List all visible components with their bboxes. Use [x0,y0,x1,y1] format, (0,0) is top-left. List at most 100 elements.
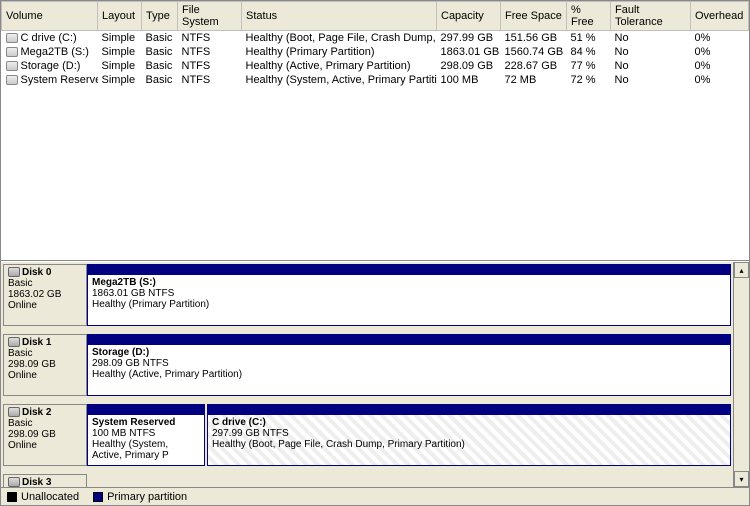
disk-partitions: Mega2TB (S:) 1863.01 GB NTFS Healthy (Pr… [87,264,731,326]
disk-size: 298.09 GB [8,429,82,440]
scroll-track[interactable] [734,278,749,471]
scroll-up-button[interactable]: ▴ [734,262,749,278]
partition-size: 298.09 GB NTFS [92,358,169,369]
legend-swatch-unallocated-icon [7,492,17,502]
vertical-scrollbar[interactable]: ▴ ▾ [733,262,749,487]
table-header-row: Volume Layout Type File System Status Ca… [2,2,749,31]
cell: 0% [691,45,749,59]
partition[interactable]: Mega2TB (S:) 1863.01 GB NTFS Healthy (Pr… [87,264,731,326]
cell: NTFS [178,31,242,46]
drive-icon [6,47,18,57]
col-type[interactable]: Type [142,2,178,31]
col-free[interactable]: Free Space [501,2,567,31]
col-layout[interactable]: Layout [98,2,142,31]
disk-state: Online [8,440,82,451]
col-status[interactable]: Status [242,2,437,31]
disk-info[interactable]: Disk 0Basic1863.02 GBOnline [3,264,87,326]
partition-title: System Reserved [92,417,175,428]
cell: NTFS [178,73,242,87]
cell: No [611,45,691,59]
cell: Simple [98,31,142,46]
legend-swatch-primary-icon [93,492,103,502]
disk-name: Disk 0 [22,267,51,278]
cell: Basic [142,31,178,46]
cell: 72 MB [501,73,567,87]
legend-bar: Unallocated Primary partition [1,487,749,505]
disk-type: Basic [8,348,82,359]
volume-table: Volume Layout Type File System Status Ca… [1,1,749,87]
disk-partitions: System Reserved 100 MB NTFS Healthy (Sys… [87,404,731,466]
cell: 298.09 GB [437,59,501,73]
volume-row[interactable]: C drive (C:) SimpleBasicNTFSHealthy (Boot… [2,31,749,46]
cell: 297.99 GB [437,31,501,46]
cell: 151.56 GB [501,31,567,46]
disk-type: Basic [8,418,82,429]
partition-status: Healthy (Primary Partition) [92,299,209,310]
volume-name: C drive (C:) [21,32,77,44]
col-overhead[interactable]: Overhead [691,2,749,31]
scroll-down-button[interactable]: ▾ [734,471,749,487]
volume-list-panel: Volume Layout Type File System Status Ca… [1,1,749,261]
disk-info[interactable]: Disk 1Basic298.09 GBOnline [3,334,87,396]
cell: Basic [142,73,178,87]
partition-header [208,405,730,415]
cell: Simple [98,73,142,87]
disk-row: Disk 3 [3,474,731,487]
disk-state: Online [8,370,82,381]
partition-title: Storage (D:) [92,347,149,358]
disk-graphic-panel: Disk 0Basic1863.02 GBOnline Mega2TB (S:)… [1,261,749,487]
partition-status: Healthy (Boot, Page File, Crash Dump, Pr… [212,439,465,450]
disk-row: Disk 0Basic1863.02 GBOnline Mega2TB (S:)… [3,264,731,326]
cell: Healthy (System, Active, Primary Partiti… [242,73,437,87]
drive-icon [6,61,18,71]
partition-title: C drive (C:) [212,417,266,428]
disk-icon [8,477,20,487]
col-pct[interactable]: % Free [567,2,611,31]
legend-primary-label: Primary partition [107,491,187,503]
cell: Simple [98,45,142,59]
disk-type: Basic [8,278,82,289]
cell: 72 % [567,73,611,87]
legend-primary: Primary partition [93,491,187,503]
partition[interactable]: C drive (C:) 297.99 GB NTFS Healthy (Boo… [207,404,731,466]
partition-body: System Reserved 100 MB NTFS Healthy (Sys… [88,415,204,465]
partition-header [88,405,204,415]
volume-row[interactable]: Mega2TB (S:) SimpleBasicNTFSHealthy (Prim… [2,45,749,59]
volume-row[interactable]: System ReservedSimpleBasicNTFSHealthy (S… [2,73,749,87]
volume-row[interactable]: Storage (D:)SimpleBasicNTFSHealthy (Acti… [2,59,749,73]
cell: No [611,73,691,87]
partition[interactable]: System Reserved 100 MB NTFS Healthy (Sys… [87,404,205,466]
cell: Healthy (Active, Primary Partition) [242,59,437,73]
cell: 228.67 GB [501,59,567,73]
disk-info[interactable]: Disk 3 [3,474,87,487]
cell: Healthy (Primary Partition) [242,45,437,59]
cell: 84 % [567,45,611,59]
partition[interactable]: Storage (D:) 298.09 GB NTFS Healthy (Act… [87,334,731,396]
volume-name: System Reserved [21,74,98,86]
partition-title: Mega2TB (S:) [92,277,156,288]
cell: No [611,59,691,73]
cell: 100 MB [437,73,501,87]
cell: C drive (C:) [2,31,98,46]
cell: 77 % [567,59,611,73]
col-capacity[interactable]: Capacity [437,2,501,31]
cell: 0% [691,73,749,87]
cell: Basic [142,45,178,59]
col-fs[interactable]: File System [178,2,242,31]
cell: System Reserved [2,73,98,87]
col-fault[interactable]: Fault Tolerance [611,2,691,31]
cell: 51 % [567,31,611,46]
partition-body: Storage (D:) 298.09 GB NTFS Healthy (Act… [88,345,730,395]
cell: NTFS [178,45,242,59]
disk-partitions: Storage (D:) 298.09 GB NTFS Healthy (Act… [87,334,731,396]
disk-info[interactable]: Disk 2Basic298.09 GBOnline [3,404,87,466]
col-volume[interactable]: Volume [2,2,98,31]
cell: Healthy (Boot, Page File, Crash Dump, Pr… [242,31,437,46]
cell: No [611,31,691,46]
cell: 0% [691,31,749,46]
volume-name: Mega2TB (S:) [21,46,89,58]
cell: Basic [142,59,178,73]
partition-body: C drive (C:) 297.99 GB NTFS Healthy (Boo… [208,415,730,465]
cell: 1863.01 GB [437,45,501,59]
disk-name: Disk 3 [22,477,51,487]
